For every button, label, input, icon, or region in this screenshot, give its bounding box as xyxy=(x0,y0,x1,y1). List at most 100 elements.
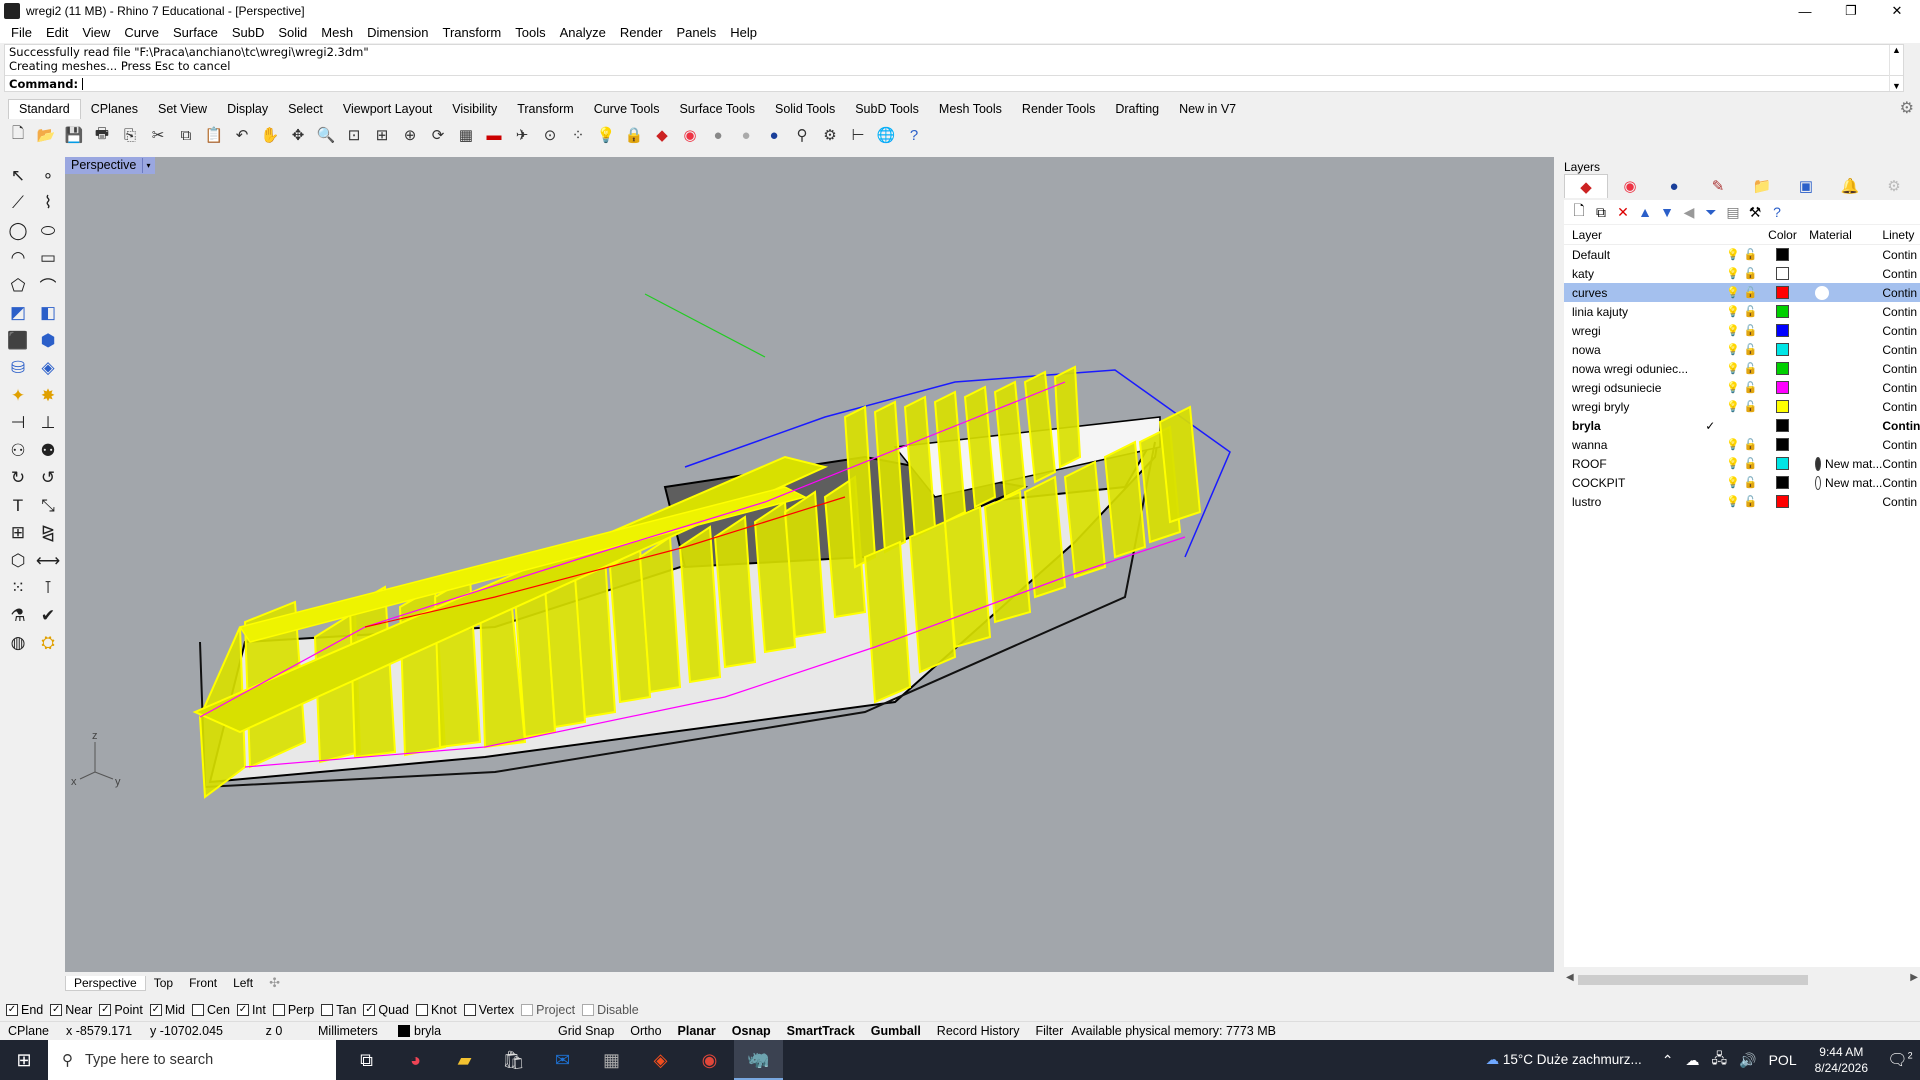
language-indicator[interactable]: POL xyxy=(1769,1052,1797,1068)
unlock-icon[interactable]: 🔓 xyxy=(1741,457,1760,470)
windows-start-icon[interactable]: ⊞ xyxy=(0,1040,48,1080)
col-layer[interactable]: Layer xyxy=(1564,228,1696,242)
layer-row[interactable]: curves 💡 🔓 Contin xyxy=(1564,283,1920,302)
visibility-bulb-icon[interactable]: 💡 xyxy=(1724,324,1741,337)
zoom-icon[interactable]: 🔍 xyxy=(314,123,338,147)
col-linetype[interactable]: Linety xyxy=(1882,228,1920,242)
visibility-bulb-icon[interactable]: 💡 xyxy=(1724,362,1741,375)
layers-tab-icon[interactable]: ◆ xyxy=(1564,174,1608,198)
menu-edit[interactable]: Edit xyxy=(39,25,75,40)
layer-row[interactable]: wanna 💡 🔓 Contin xyxy=(1564,435,1920,454)
menu-tools[interactable]: Tools xyxy=(508,25,552,40)
solid-union-icon[interactable]: ⬢ xyxy=(34,327,62,355)
store-icon[interactable]: 🛍 xyxy=(489,1040,538,1080)
osnap-checkbox[interactable]: ✓ xyxy=(99,1004,112,1016)
visibility-bulb-icon[interactable]: 💡 xyxy=(1724,476,1741,489)
cylinder-icon[interactable]: ⛁ xyxy=(4,355,32,383)
menu-render[interactable]: Render xyxy=(613,25,670,40)
smarttrack-toggle[interactable]: SmartTrack xyxy=(779,1024,863,1038)
layer-name[interactable]: Default xyxy=(1564,248,1696,262)
menu-file[interactable]: File xyxy=(4,25,39,40)
layer-name[interactable]: wregi xyxy=(1564,324,1696,338)
tab-set-view[interactable]: Set View xyxy=(148,102,217,116)
analyze-icon[interactable]: ⚗ xyxy=(4,602,32,630)
unlock-icon[interactable]: 🔓 xyxy=(1741,248,1760,261)
layer-color-swatch[interactable] xyxy=(1776,419,1790,432)
trim-icon[interactable]: ⊣ xyxy=(4,410,32,438)
render-object-icon[interactable]: ◍ xyxy=(4,630,32,658)
layer-color[interactable] xyxy=(1760,362,1805,375)
grid-array-icon[interactable]: ⁙ xyxy=(4,575,32,603)
calculator-icon[interactable]: ▦ xyxy=(587,1040,636,1080)
move-down-icon[interactable]: ▼ xyxy=(1658,203,1676,221)
unlock-icon[interactable]: 🔓 xyxy=(1741,324,1760,337)
scale-icon[interactable]: ⤡ xyxy=(34,492,62,520)
layer-color-swatch[interactable] xyxy=(1776,381,1790,394)
material-ball-icon[interactable] xyxy=(1815,456,1822,471)
scroll-left-icon[interactable]: ◀ xyxy=(1566,972,1574,983)
cut-icon[interactable]: ✂ xyxy=(146,123,170,147)
osnap-near[interactable]: ✓ Near xyxy=(50,1003,92,1017)
current-layer-check-icon[interactable]: ✓ xyxy=(1696,419,1724,433)
layer-linetype[interactable]: Contin xyxy=(1882,495,1920,509)
layer-color[interactable] xyxy=(1760,305,1805,318)
tab-cplanes[interactable]: CPlanes xyxy=(81,102,148,116)
select-arrow-icon[interactable]: ↖ xyxy=(4,162,32,190)
lock-icon[interactable]: 🔒 xyxy=(622,123,646,147)
panel-options-icon[interactable]: ⚙ xyxy=(1872,174,1916,198)
layer-color-swatch[interactable] xyxy=(1776,305,1790,318)
layer-linetype[interactable]: Contin xyxy=(1882,457,1920,471)
box-icon[interactable]: ⬛ xyxy=(4,327,32,355)
osnap-disable[interactable]: Disable xyxy=(582,1003,639,1017)
unlock-icon[interactable]: 🔓 xyxy=(1741,286,1760,299)
plane-icon[interactable]: ✈ xyxy=(510,123,534,147)
osnap-quad[interactable]: ✓ Quad xyxy=(363,1003,409,1017)
osnap-vertex[interactable]: Vertex xyxy=(463,1003,514,1017)
tab-subd-tools[interactable]: SubD Tools xyxy=(845,102,929,116)
tab-display[interactable]: Display xyxy=(217,102,278,116)
tab-standard[interactable]: Standard xyxy=(8,99,81,119)
scroll-thumb[interactable] xyxy=(1578,975,1808,985)
export-icon[interactable]: ⎘ xyxy=(118,123,142,147)
visibility-bulb-icon[interactable]: 💡 xyxy=(1724,248,1741,261)
osnap-cen[interactable]: Cen xyxy=(192,1003,230,1017)
layer-linetype[interactable]: Contin xyxy=(1882,419,1920,433)
ortho-toggle[interactable]: Ortho xyxy=(622,1024,669,1038)
osnap-knot[interactable]: Knot xyxy=(416,1003,457,1017)
ungroup-icon[interactable]: ⚉ xyxy=(34,437,62,465)
new-file-icon[interactable]: 🗋 xyxy=(6,123,30,147)
rendered-sphere-icon[interactable]: ● xyxy=(734,123,758,147)
lasso-icon[interactable]: ⚲ xyxy=(790,123,814,147)
layer-linetype[interactable]: Contin xyxy=(1882,438,1920,452)
record-history-toggle[interactable]: Record History xyxy=(929,1024,1028,1038)
viewport-menu-caret-icon[interactable]: ▾ xyxy=(142,158,154,173)
layer-linetype[interactable]: Contin xyxy=(1882,324,1920,338)
tab-new-in-v7[interactable]: New in V7 xyxy=(1169,102,1246,116)
layer-linetype[interactable]: Contin xyxy=(1882,362,1920,376)
layers-hscrollbar[interactable]: ◀ ▶ xyxy=(1564,972,1920,988)
tab-transform[interactable]: Transform xyxy=(507,102,584,116)
menu-curve[interactable]: Curve xyxy=(117,25,166,40)
filter-icon[interactable]: ⏷ xyxy=(1702,203,1720,221)
layer-name[interactable]: wregi bryly xyxy=(1564,400,1696,414)
perspective-viewport[interactable]: z x y xyxy=(65,157,1554,972)
layer-name[interactable]: bryla xyxy=(1564,419,1696,433)
tools-icon[interactable]: ⚒ xyxy=(1746,203,1764,221)
open-file-icon[interactable]: 📂 xyxy=(34,123,58,147)
menu-view[interactable]: View xyxy=(75,25,117,40)
visibility-bulb-icon[interactable]: 💡 xyxy=(1724,305,1741,318)
layer-color-swatch[interactable] xyxy=(1776,362,1790,375)
layer-name[interactable]: katy xyxy=(1564,267,1696,281)
text-icon[interactable]: T xyxy=(4,492,32,520)
layer-material[interactable] xyxy=(1805,285,1882,300)
globe-icon[interactable]: 🌐 xyxy=(874,123,898,147)
menu-transform[interactable]: Transform xyxy=(435,25,508,40)
osnap-perp[interactable]: Perp xyxy=(272,1003,314,1017)
layer-color[interactable] xyxy=(1760,267,1805,280)
polyline-icon[interactable]: ⟋ xyxy=(4,190,32,218)
layer-row[interactable]: linia kajuty 💡 🔓 Contin xyxy=(1564,302,1920,321)
osnap-int[interactable]: ✓ Int xyxy=(236,1003,266,1017)
render-sphere-icon[interactable]: ● xyxy=(762,123,786,147)
layer-linetype[interactable]: Contin xyxy=(1882,267,1920,281)
unlock-icon[interactable]: 🔓 xyxy=(1741,495,1760,508)
